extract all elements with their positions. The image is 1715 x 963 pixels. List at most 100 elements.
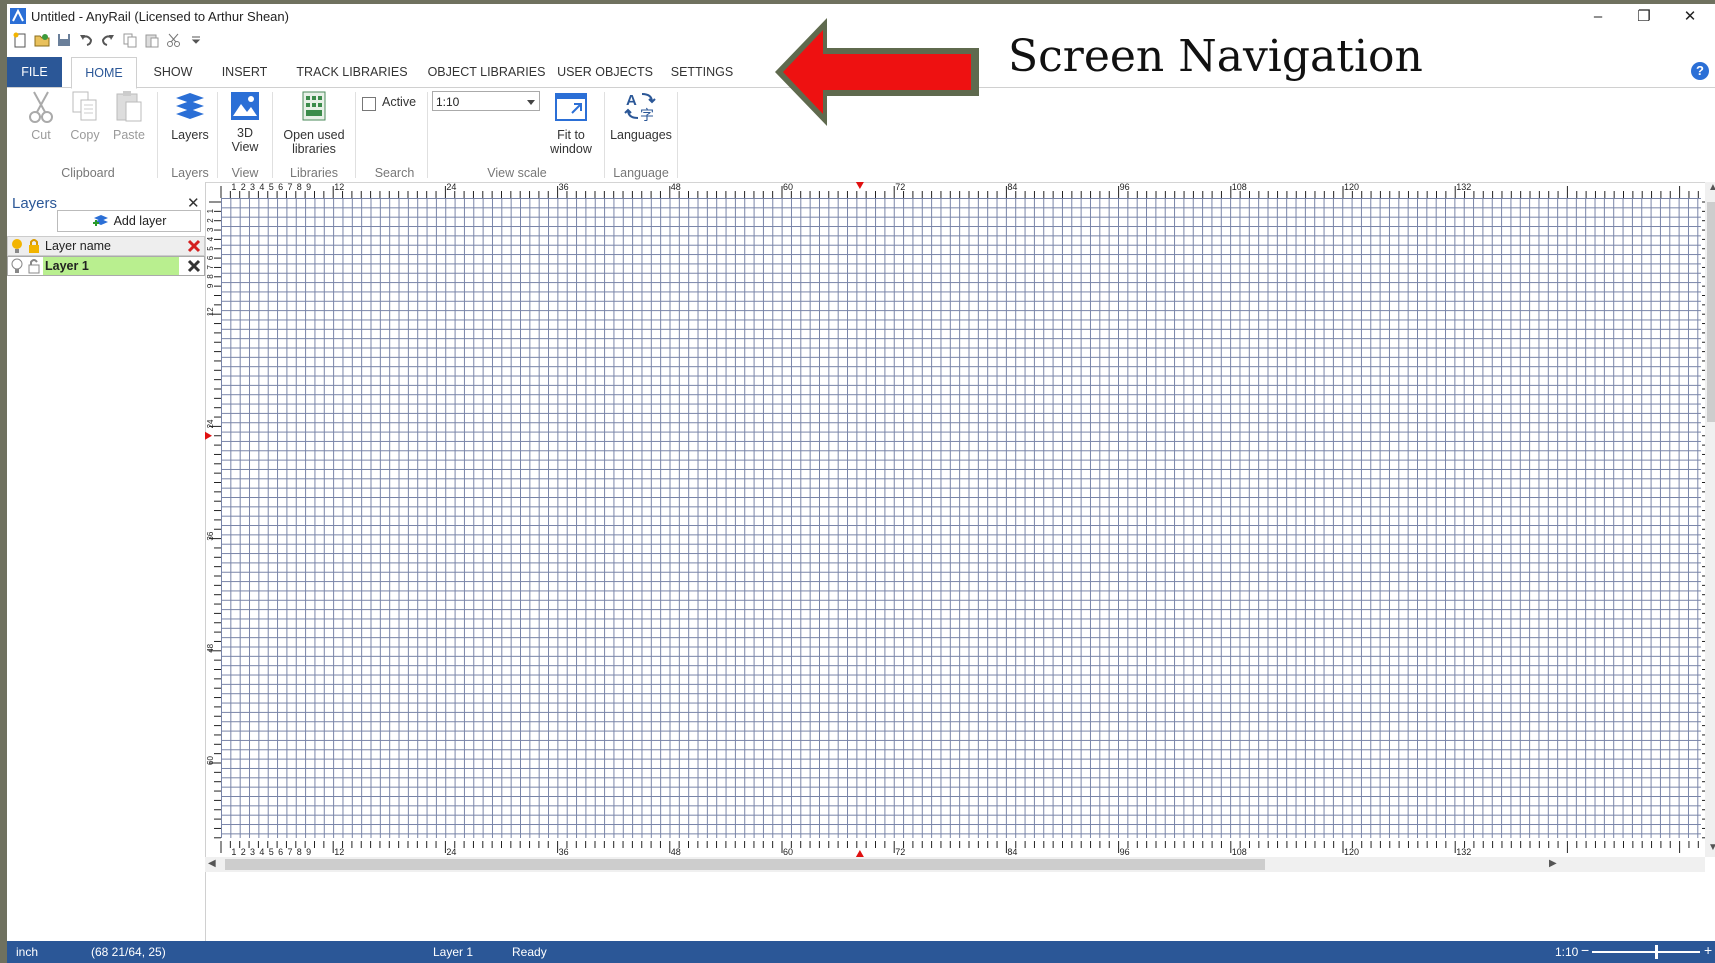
group-search-label: Search bbox=[374, 166, 415, 180]
customize-dropdown-icon[interactable] bbox=[187, 32, 204, 49]
add-layer-button[interactable]: Add layer bbox=[57, 210, 201, 232]
vertical-scrollbar[interactable]: ▲ ▼ bbox=[1705, 182, 1715, 857]
zoom-in-button[interactable]: + bbox=[1704, 942, 1712, 958]
open-used-label-line2: libraries bbox=[292, 142, 336, 156]
tab-insert[interactable]: INSERT bbox=[217, 57, 272, 87]
tab-settings[interactable]: SETTINGS bbox=[666, 57, 738, 87]
tab-show[interactable]: SHOW bbox=[148, 57, 198, 87]
3d-view-button[interactable]: 3D View bbox=[223, 90, 267, 154]
ruler-label: 2 bbox=[241, 847, 246, 857]
svg-text:字: 字 bbox=[640, 108, 654, 124]
libraries-icon bbox=[302, 91, 326, 121]
ruler-label: 36 bbox=[559, 847, 569, 857]
visibility-bulb-icon[interactable] bbox=[10, 258, 24, 274]
annotation-caption: Screen Navigation bbox=[1008, 31, 1423, 82]
delete-layer-icon[interactable] bbox=[187, 239, 201, 253]
view-scale-select[interactable]: 1:10 bbox=[432, 91, 540, 111]
layer-name-cell[interactable]: Layer 1 bbox=[43, 257, 179, 275]
layers-icon bbox=[176, 93, 204, 119]
lock-icon bbox=[29, 239, 39, 253]
vertical-scroll-thumb[interactable] bbox=[1707, 202, 1715, 422]
save-icon[interactable] bbox=[55, 32, 72, 49]
translate-icon: A字 bbox=[624, 92, 656, 124]
ruler-label: 9 bbox=[206, 283, 215, 288]
tab-user-objects[interactable]: USER OBJECTS bbox=[555, 57, 655, 87]
group-view-label: View bbox=[231, 166, 259, 180]
quick-access-toolbar bbox=[11, 30, 204, 50]
3d-view-label-line1: 3D bbox=[237, 126, 253, 140]
ruler-label: 7 bbox=[287, 182, 292, 192]
scroll-right-icon[interactable]: ▶ bbox=[1549, 858, 1557, 869]
unlock-icon[interactable] bbox=[27, 258, 41, 274]
ruler-label: 108 bbox=[1232, 847, 1247, 857]
ruler-label: 24 bbox=[446, 847, 456, 857]
tab-object-libraries[interactable]: OBJECT LIBRARIES bbox=[424, 57, 549, 87]
tab-track-libraries[interactable]: TRACK LIBRARIES bbox=[292, 57, 412, 87]
ruler-label: 2 bbox=[241, 182, 246, 192]
close-button[interactable]: ✕ bbox=[1667, 4, 1713, 28]
ruler-label: 12 bbox=[334, 182, 344, 192]
ruler-label: 5 bbox=[269, 182, 274, 192]
paste-button[interactable]: Paste bbox=[109, 90, 149, 142]
zoom-slider-thumb[interactable] bbox=[1655, 945, 1658, 959]
cut-label: Cut bbox=[31, 128, 51, 142]
layers-panel-title: Layers bbox=[12, 195, 58, 212]
delete-layer-icon[interactable] bbox=[187, 259, 201, 273]
active-label: Active bbox=[382, 95, 417, 109]
ruler-label: 84 bbox=[1007, 182, 1017, 192]
lightbulb-icon bbox=[12, 239, 22, 253]
scroll-up-icon[interactable]: ▲ bbox=[1708, 182, 1715, 193]
restore-icon: ❐ bbox=[1637, 8, 1651, 25]
ruler-label: 6 bbox=[278, 847, 283, 857]
horizontal-scroll-thumb[interactable] bbox=[225, 859, 1265, 870]
cut-small-icon[interactable] bbox=[165, 32, 182, 49]
open-used-libraries-button[interactable]: Open used libraries bbox=[279, 90, 349, 156]
scroll-down-icon[interactable]: ▼ bbox=[1708, 842, 1715, 853]
3d-view-icon bbox=[231, 92, 259, 120]
new-file-icon[interactable] bbox=[11, 32, 28, 49]
ruler-label: 84 bbox=[1007, 847, 1017, 857]
group-view-scale-label: View scale bbox=[487, 166, 547, 180]
zoom-slider[interactable] bbox=[1592, 951, 1700, 953]
zoom-out-button[interactable]: − bbox=[1581, 942, 1589, 958]
minimize-button[interactable]: – bbox=[1575, 4, 1621, 28]
layers-button[interactable]: Layers bbox=[167, 90, 213, 142]
active-checkbox[interactable] bbox=[362, 97, 376, 111]
ruler-label: 72 bbox=[895, 182, 905, 192]
ruler-label: 8 bbox=[297, 182, 302, 192]
ruler-label: 8 bbox=[297, 847, 302, 857]
ruler-label: 132 bbox=[1456, 182, 1471, 192]
fit-to-window-button[interactable]: Fit to window bbox=[545, 90, 597, 156]
horizontal-scrollbar[interactable]: ◀ ▶ bbox=[205, 857, 1705, 872]
open-folder-icon[interactable] bbox=[33, 32, 50, 49]
tab-home[interactable]: HOME bbox=[71, 57, 137, 89]
fit-to-window-icon bbox=[555, 93, 587, 121]
ruler-label: 8 bbox=[206, 274, 215, 279]
add-layer-icon bbox=[92, 215, 108, 226]
cut-button[interactable]: Cut bbox=[21, 90, 61, 142]
languages-label: Languages bbox=[610, 128, 672, 142]
group-separator bbox=[427, 92, 428, 178]
copy-small-icon[interactable] bbox=[121, 32, 138, 49]
help-icon[interactable]: ? bbox=[1691, 62, 1709, 80]
group-language-label: Language bbox=[613, 166, 669, 180]
scroll-left-icon[interactable]: ◀ bbox=[208, 858, 216, 869]
languages-button[interactable]: A字 Languages bbox=[608, 90, 674, 142]
layout-grid[interactable] bbox=[221, 198, 1701, 838]
restore-button[interactable]: ❐ bbox=[1621, 4, 1667, 28]
undo-icon[interactable] bbox=[77, 32, 94, 49]
tab-file[interactable]: FILE bbox=[7, 57, 62, 87]
redo-icon[interactable] bbox=[99, 32, 116, 49]
ruler-label: 120 bbox=[1344, 182, 1359, 192]
group-separator bbox=[355, 92, 356, 178]
group-separator bbox=[604, 92, 605, 178]
copy-button[interactable]: Copy bbox=[65, 90, 105, 142]
ruler-label: 7 bbox=[287, 847, 292, 857]
paste-label: Paste bbox=[113, 128, 145, 142]
layout-canvas-area: 1 2 3 4 5 6 7 8 9 12 24 36 48 60 72 84 96 108 120 132 12345… bbox=[205, 182, 1715, 942]
svg-text:A: A bbox=[626, 92, 637, 109]
group-separator bbox=[272, 92, 273, 178]
paste-small-icon[interactable] bbox=[143, 32, 160, 49]
group-separator bbox=[217, 92, 218, 178]
layer-row[interactable]: Layer 1 bbox=[7, 256, 205, 276]
